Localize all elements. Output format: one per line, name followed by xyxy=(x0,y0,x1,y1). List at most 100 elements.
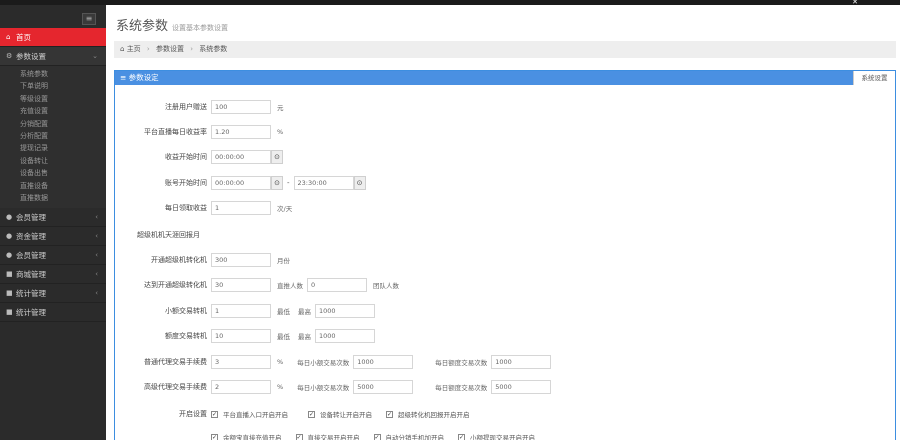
checkbox-icon[interactable]: ✓ xyxy=(308,410,315,418)
field-label: 开启设置 xyxy=(179,410,207,418)
field-label: 平台直播每日收益率 xyxy=(144,128,207,136)
small-trade-max-input[interactable]: 1000 xyxy=(315,304,375,318)
submenu-item[interactable]: 提现记录 xyxy=(0,142,106,154)
save-settings-button[interactable]: 系统设置 xyxy=(853,71,895,85)
field-label: 每日额度交易次数 xyxy=(435,384,488,392)
checkbox-icon[interactable]: ✓ xyxy=(211,410,218,418)
field-unit: % xyxy=(277,358,284,366)
checkbox-icon[interactable]: ✓ xyxy=(386,410,393,418)
chevron-left-icon: ‹ xyxy=(95,232,98,241)
submenu-item[interactable]: 充值设置 xyxy=(0,105,106,117)
chevron-left-icon: ‹ xyxy=(95,270,98,279)
menu-toggle-icon[interactable]: ≡ xyxy=(82,13,96,25)
senior-agent-fee-input[interactable]: 2 xyxy=(211,380,271,394)
submenu-item[interactable]: 设备转让 xyxy=(0,155,106,167)
submenu-item[interactable]: 直推数据 xyxy=(0,192,106,204)
sidebar-item-label: 首页 xyxy=(16,32,31,42)
sidebar-item-label: 参数设置 xyxy=(16,51,46,61)
field-label: 最低 xyxy=(277,308,290,316)
small-trade-min-input[interactable]: 1 xyxy=(211,304,271,318)
direct-count-input[interactable]: 30 xyxy=(211,278,271,292)
submenu-item[interactable]: 系统参数 xyxy=(0,68,106,80)
breadcrumb-separator: › xyxy=(146,45,150,53)
normal-agent-fee-input[interactable]: 3 xyxy=(211,355,271,369)
section-title: 超级机机天涯回报月 xyxy=(137,231,200,239)
quota-trade-min-input[interactable]: 10 xyxy=(211,329,271,343)
switch-checkbox[interactable]: ✓ 自动分销手机加开启 xyxy=(373,432,444,440)
switch-checkbox[interactable]: ✓ 设备转让开启开启 xyxy=(308,409,372,419)
breadcrumb-params[interactable]: 参数设置 xyxy=(156,45,184,53)
sidebar-submenu: 系统参数 下单说明 等级设置 充值设置 分销配置 分析配置 提现记录 设备转让 … xyxy=(0,66,106,209)
field-unit: 月份 xyxy=(277,257,290,265)
field-label: 每日小额交易次数 xyxy=(297,359,350,367)
clock-icon[interactable]: ⊙ xyxy=(271,176,283,190)
chevron-left-icon: ‹ xyxy=(95,289,98,298)
super-machine-input[interactable]: 300 xyxy=(211,253,271,267)
range-separator: - xyxy=(287,179,290,187)
sidebar-item-label: 会员管理 xyxy=(16,212,46,222)
normal-small-count-input[interactable]: 1000 xyxy=(353,355,414,369)
field-label: 直推人数 xyxy=(277,282,303,290)
submenu-item[interactable]: 等级设置 xyxy=(0,93,106,105)
users-icon: ● xyxy=(6,250,13,259)
submenu-item[interactable]: 直推设备 xyxy=(0,180,106,192)
switch-checkbox[interactable]: ✓ 超级转化机回报开启开启 xyxy=(386,409,470,419)
sidebar-item-members-2[interactable]: ● 会员管理 ‹ xyxy=(0,246,106,266)
field-label: 额度交易转机 xyxy=(165,332,207,340)
switch-checkbox[interactable]: ✓ 平台直播入口开启开启 xyxy=(211,409,288,419)
clock-icon[interactable]: ⊙ xyxy=(271,150,283,164)
daily-rate-input[interactable]: 1.20 xyxy=(211,125,271,139)
checkbox-label: 直接交易开启开启 xyxy=(307,434,360,440)
checkbox-icon[interactable]: ✓ xyxy=(373,433,381,440)
sidebar-item-label: 统计管理 xyxy=(16,307,46,317)
sidebar-item-shop[interactable]: ■ 商城管理 ‹ xyxy=(0,265,106,285)
sidebar-item-label: 商城管理 xyxy=(16,269,46,279)
sidebar-item-params[interactable]: ⚙ 参数设置 ⌄ xyxy=(0,47,106,66)
checkbox-icon[interactable]: ✓ xyxy=(458,433,465,440)
submenu-item[interactable]: 下单说明 xyxy=(0,80,106,92)
senior-small-count-input[interactable]: 5000 xyxy=(353,380,414,394)
page-title: 系统参数 xyxy=(116,19,169,34)
normal-quota-count-input[interactable]: 1000 xyxy=(491,355,552,369)
settings-icon: ⚙ xyxy=(6,51,13,60)
sidebar-item-stats[interactable]: ■ 统计管理 ‹ xyxy=(0,284,106,304)
sidebar-item-label: 会员管理 xyxy=(16,250,46,260)
clock-icon[interactable]: ⊙ xyxy=(353,176,366,190)
senior-quota-count-input[interactable]: 5000 xyxy=(491,380,552,394)
money-icon: ● xyxy=(6,231,13,240)
form-row: 注册用户赠送 100 元 xyxy=(115,100,284,114)
form-row: 高级代理交易手续费 2 % 每日小额交易次数 5000 每日额度交易次数 500… xyxy=(115,380,552,394)
params-panel: ≡ 参数设定 系统设置 注册用户赠送 100 元 平台直播每日收益率 1.20 … xyxy=(114,70,896,440)
sidebar-item-stats-2[interactable]: ■ 统计管理 xyxy=(0,303,106,323)
switch-checkbox[interactable]: ✓ 直接交易开启开启 xyxy=(295,432,360,440)
checkbox-icon[interactable]: ✓ xyxy=(295,433,303,440)
breadcrumb-home[interactable]: 主页 xyxy=(127,45,141,53)
form-row: 普通代理交易手续费 3 % 每日小额交易次数 1000 每日额度交易次数 100… xyxy=(115,355,552,369)
checkbox-label: 平台直播入口开启开启 xyxy=(223,411,288,419)
shop-icon: ■ xyxy=(6,269,13,278)
register-bonus-input[interactable]: 100 xyxy=(211,100,271,114)
daily-claim-input[interactable]: 1 xyxy=(211,201,271,215)
submenu-item[interactable]: 分销配置 xyxy=(0,118,106,130)
checkbox-icon[interactable]: ✓ xyxy=(211,433,218,440)
stats-icon: ■ xyxy=(6,288,13,297)
sidebar-item-members[interactable]: ● 会员管理 ‹ xyxy=(0,208,106,228)
account-start-time-input[interactable]: 00:00:00 xyxy=(211,176,271,190)
profit-start-time-input[interactable]: 00:00:00 xyxy=(211,150,271,164)
team-count-input[interactable]: 0 xyxy=(307,278,367,292)
switch-checkbox[interactable]: ✓ 小额提现交易开启开启 xyxy=(458,432,535,440)
page-header: 系统参数 设置基本参数设置 xyxy=(116,15,228,34)
home-icon: ⌂ xyxy=(6,32,11,41)
form-row: 账号开始时间 00:00:00 ⊙ - 23:30:00 ⊙ xyxy=(115,176,366,190)
quota-trade-max-input[interactable]: 1000 xyxy=(315,329,375,343)
field-label: 小额交易转机 xyxy=(165,307,207,315)
sidebar-item-home[interactable]: ⌂ 首页 xyxy=(0,28,106,47)
panel-header: ≡ 参数设定 系统设置 xyxy=(115,71,895,85)
field-label: 收益开始时间 xyxy=(165,153,207,161)
switch-checkbox[interactable]: ✓ 余额宝直接充值开启 xyxy=(211,432,282,440)
account-end-time-input[interactable]: 23:30:00 xyxy=(293,176,354,190)
form-row: 达到开通超级转化机 30 直推人数 0 团队人数 xyxy=(115,278,399,292)
submenu-item[interactable]: 设备出售 xyxy=(0,167,106,179)
submenu-item[interactable]: 分析配置 xyxy=(0,130,106,142)
sidebar-item-funds[interactable]: ● 资金管理 ‹ xyxy=(0,227,106,247)
